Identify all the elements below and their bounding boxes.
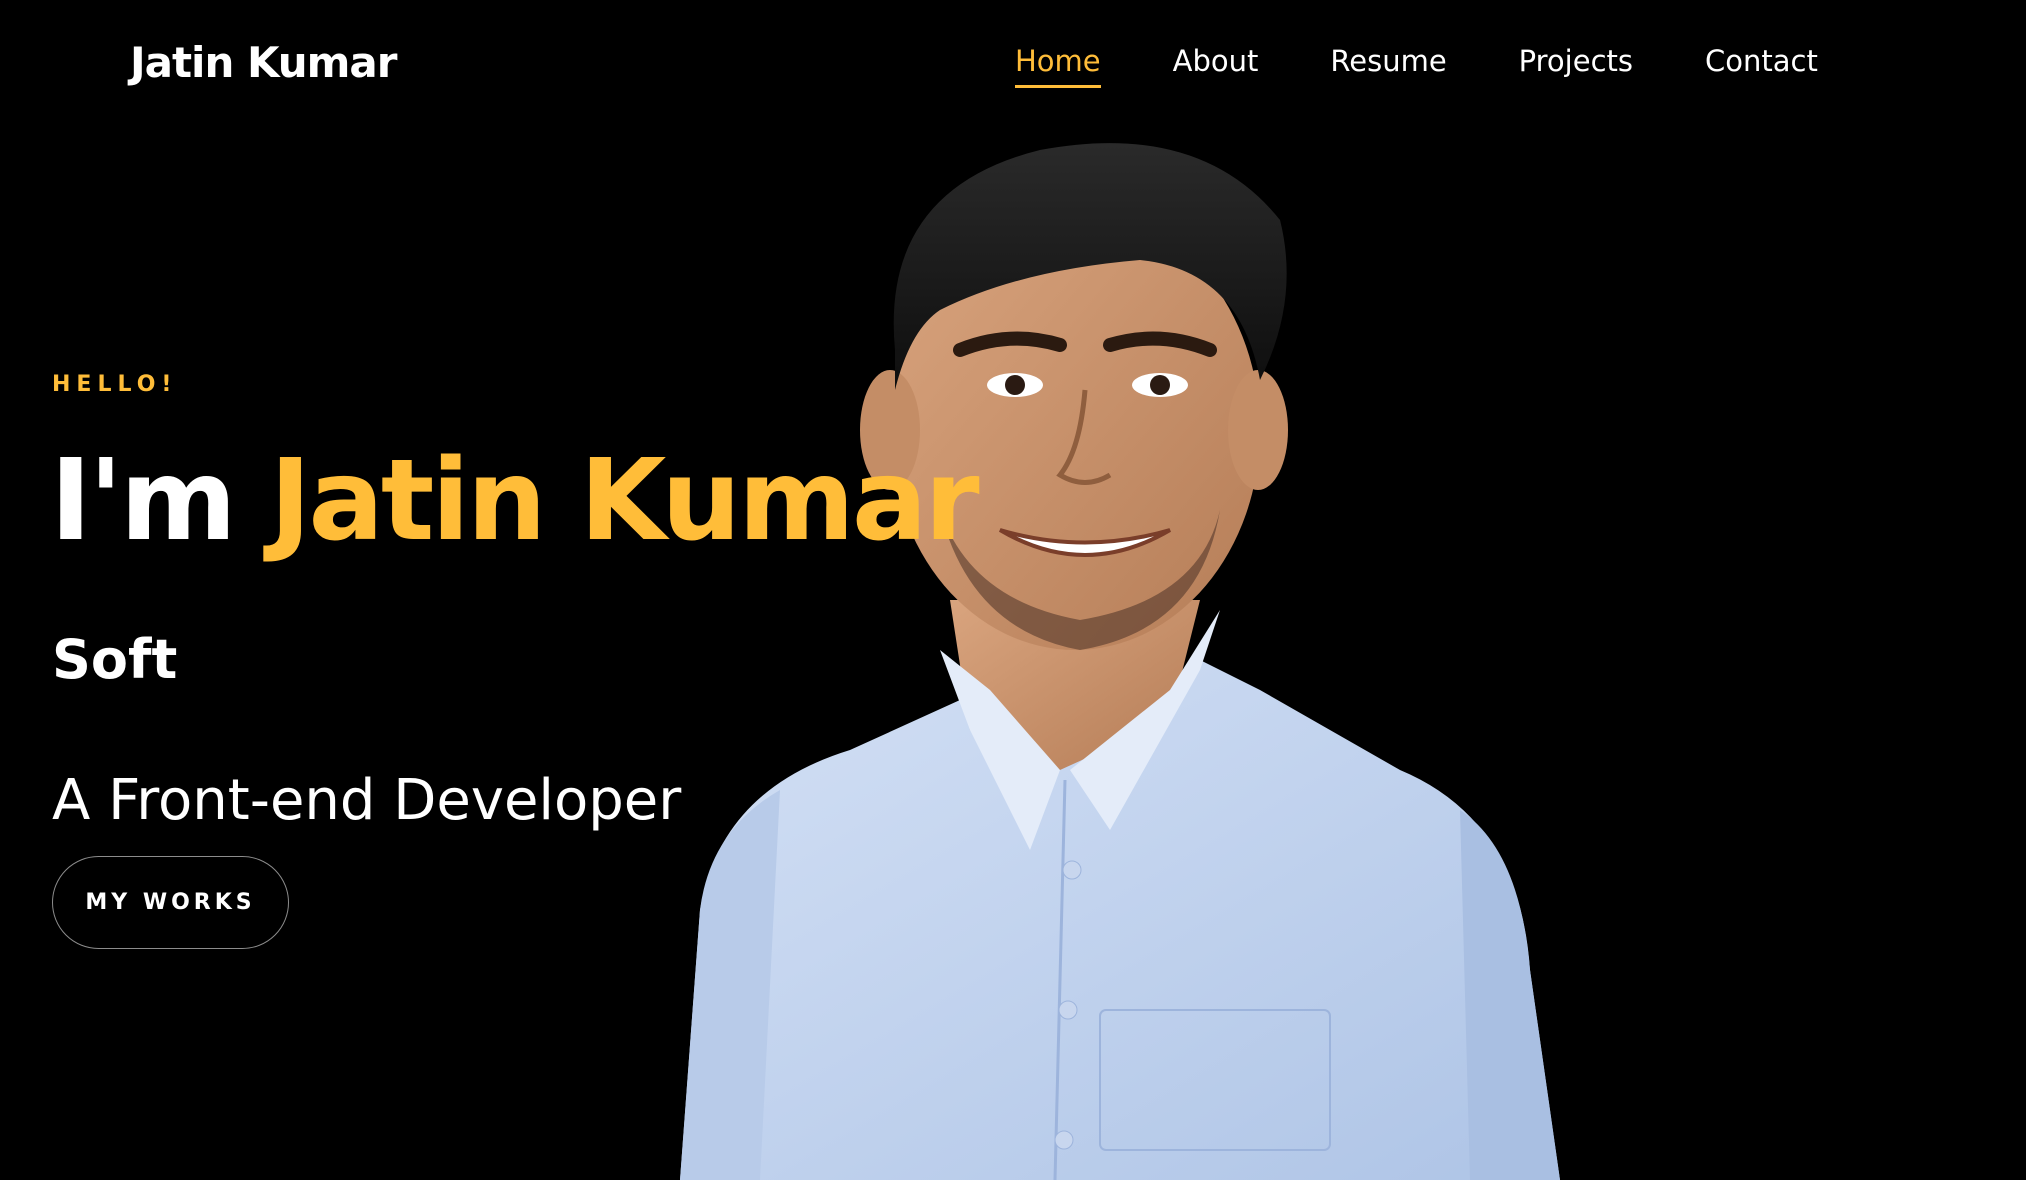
nav-projects[interactable]: Projects xyxy=(1519,44,1633,88)
nav-contact[interactable]: Contact xyxy=(1705,44,1818,88)
headline-name: Jatin Kumar xyxy=(269,436,980,566)
nav-about[interactable]: About xyxy=(1173,44,1259,88)
my-works-button[interactable]: MY WORKS xyxy=(52,856,289,949)
nav-resume[interactable]: Resume xyxy=(1330,44,1446,88)
hero-headline: I'm Jatin Kumar xyxy=(50,439,980,563)
greeting-text: HELLO! xyxy=(52,372,178,397)
main-nav: Home About Resume Projects Contact xyxy=(1015,44,1818,88)
nav-home[interactable]: Home xyxy=(1015,44,1101,88)
typed-role-text: Soft xyxy=(52,628,178,691)
headline-prefix: I'm xyxy=(50,436,237,566)
site-logo[interactable]: Jatin Kumar xyxy=(130,38,397,87)
page: Jatin Kumar Home About Resume Projects C… xyxy=(0,0,2026,1180)
role-subtitle: A Front-end Developer xyxy=(52,768,682,833)
portrait-image xyxy=(680,143,1560,1180)
